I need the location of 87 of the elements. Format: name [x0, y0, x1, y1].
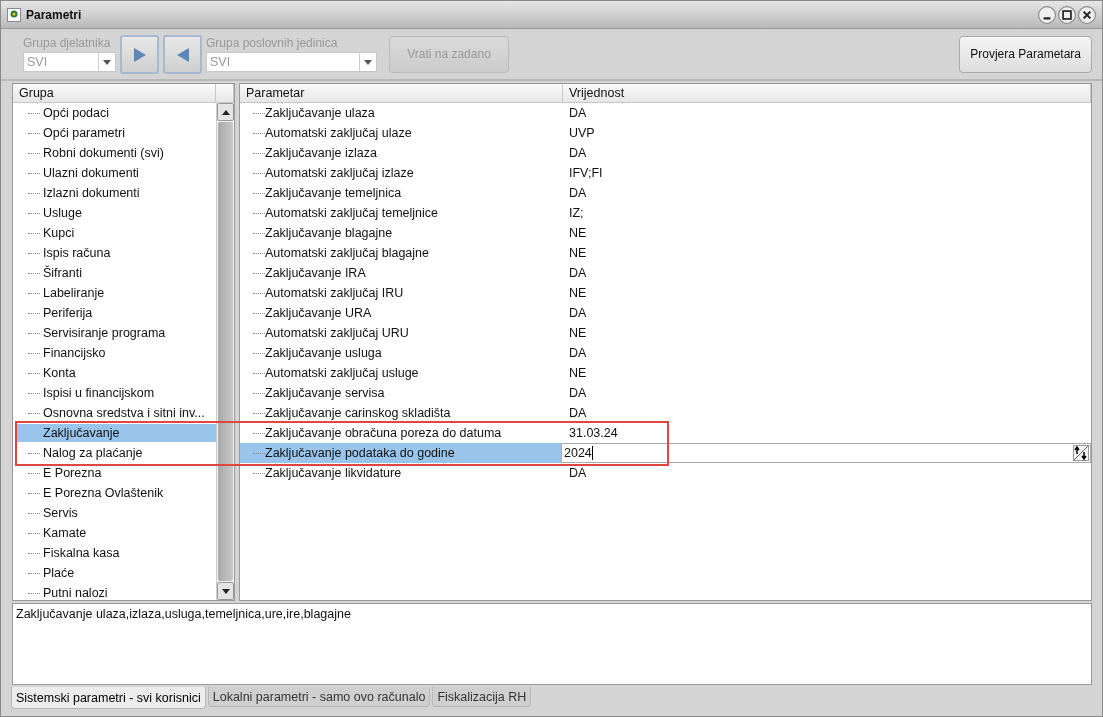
- sort-arrows-icon[interactable]: [1073, 445, 1089, 461]
- window-title: Parametri: [26, 7, 82, 22]
- tree-item[interactable]: Robni dokumenti (svi): [40, 144, 216, 162]
- tree-item[interactable]: Putni nalozi: [40, 584, 216, 600]
- parameter-value: NE: [569, 246, 587, 260]
- parameter-name: Zaključavanje likvidature: [265, 466, 402, 480]
- scroll-up-icon[interactable]: [221, 109, 230, 115]
- tab[interactable]: Fiskalizacija RH: [432, 687, 532, 707]
- column-header[interactable]: Parametar: [240, 84, 563, 102]
- parameter-value: DA: [569, 466, 587, 480]
- tree-item[interactable]: Financijsko: [40, 344, 216, 362]
- parameter-name: Zaključavanje servisa: [265, 386, 385, 400]
- parameter-name: Zaključavanje podataka do godine: [265, 446, 455, 460]
- tree-item[interactable]: Labeliranje: [40, 284, 216, 302]
- tree-item[interactable]: Opći podaci: [40, 104, 216, 122]
- app-icon: [7, 7, 21, 22]
- column-header[interactable]: Vrijednost: [563, 84, 1091, 102]
- description-text: Zaključavanje ulaza,izlaza,usluga,temeljnica,ure,ire,blagajne: [16, 607, 351, 621]
- tree-item[interactable]: Opći parametri: [40, 124, 216, 142]
- scroll-down-icon[interactable]: [221, 588, 230, 594]
- tree-item[interactable]: Nalog za plaćanje: [40, 444, 216, 462]
- parameter-name: Zaključavanje temeljnica: [265, 186, 402, 200]
- parameter-value: NE: [569, 366, 587, 380]
- tree-item[interactable]: Ispis računa: [40, 244, 216, 262]
- parameter-value: DA: [569, 146, 587, 160]
- dropdown-arrow-icon: [103, 59, 111, 65]
- parameter-value: DA: [569, 386, 587, 400]
- parameter-value: NE: [569, 326, 587, 340]
- check-parameters-button[interactable]: Provjera Parametara: [959, 35, 1092, 73]
- parameter-name: Zaključavanje IRA: [265, 266, 366, 280]
- parameter-value: DA: [569, 186, 587, 200]
- tree-item[interactable]: Konta: [40, 364, 216, 382]
- parameter-value: NE: [569, 286, 587, 300]
- parameter-name: Automatski zaključaj usluge: [265, 366, 419, 380]
- parameter-value: DA: [569, 106, 587, 120]
- parameter-value: NE: [569, 226, 587, 240]
- close-icon[interactable]: [1078, 5, 1096, 24]
- parameter-name: Zaključavanje usluga: [265, 346, 382, 360]
- tree-item[interactable]: Izlazni dokumenti: [40, 184, 216, 202]
- right-arrow-icon: [133, 47, 146, 62]
- tree-item[interactable]: Osnovna sredstva i sitni inv...: [40, 404, 216, 422]
- next-button[interactable]: [120, 35, 159, 74]
- field-label: Grupa poslovnih jedinica: [206, 36, 339, 50]
- tree-item[interactable]: Plaće: [40, 564, 216, 582]
- tree-item[interactable]: Kupci: [40, 224, 216, 242]
- parameter-name: Zaključavanje obračuna poreza do datuma: [265, 426, 502, 440]
- parameter-name: Zaključavanje blagajne: [265, 226, 393, 240]
- tree-item[interactable]: Usluge: [40, 204, 216, 222]
- tab[interactable]: Sistemski parametri - svi korisnici: [11, 687, 206, 709]
- tree-item[interactable]: Ulazni dokumenti: [40, 164, 216, 182]
- field-label: Grupa djelatnika: [23, 36, 112, 50]
- parameter-value: DA: [569, 406, 587, 420]
- parameter-name: Automatski zaključaj ulaze: [265, 126, 412, 140]
- tree-item[interactable]: Šifranti: [40, 264, 216, 282]
- parameter-value: 31.03.24: [569, 426, 618, 440]
- tree-item[interactable]: E Porezna Ovlaštenik: [40, 484, 216, 502]
- tree-item[interactable]: Servisiranje programa: [40, 324, 216, 342]
- parameter-value: UVP: [569, 126, 595, 140]
- parameter-name: Zaključavanje URA: [265, 306, 372, 320]
- tab[interactable]: Lokalni parametri - samo ovo računalo: [207, 687, 431, 707]
- tree-item[interactable]: E Porezna: [40, 464, 216, 482]
- tree-item[interactable]: Zaključavanje: [16, 424, 216, 442]
- parameter-value: IFV;FI: [569, 166, 603, 180]
- parameter-name: Automatski zaključaj blagajne: [265, 246, 429, 260]
- tree-item[interactable]: Fiskalna kasa: [40, 544, 216, 562]
- tree-item[interactable]: Periferija: [40, 304, 216, 322]
- tree-item[interactable]: Kamate: [40, 524, 216, 542]
- parameter-value: DA: [569, 266, 587, 280]
- dropdown-arrow-icon: [364, 59, 372, 65]
- parameter-value: IZ;: [569, 206, 584, 220]
- parameter-value: DA: [569, 346, 587, 360]
- parameter-name: Zaključavanje carinskog skladišta: [265, 406, 451, 420]
- previous-button[interactable]: [163, 35, 202, 74]
- parameter-name: Automatski zaključaj IRU: [265, 286, 404, 300]
- maximize-icon[interactable]: [1058, 5, 1076, 24]
- parameter-name: Zaključavanje izlaza: [265, 146, 377, 160]
- parameter-name: Zaključavanje ulaza: [265, 106, 375, 120]
- minimize-icon[interactable]: [1038, 5, 1056, 24]
- scrollbar[interactable]: [216, 103, 234, 600]
- parameter-name: Automatski zaključaj izlaze: [265, 166, 414, 180]
- parameter-name: Automatski zaključaj temeljnice: [265, 206, 438, 220]
- tree-item[interactable]: Ispisi u financijskom: [40, 384, 216, 402]
- tree-item[interactable]: Servis: [40, 504, 216, 522]
- parameter-value: DA: [569, 306, 587, 320]
- parameter-name: Automatski zaključaj URU: [265, 326, 409, 340]
- value-input[interactable]: 2024: [561, 443, 1091, 463]
- left-arrow-icon: [176, 47, 189, 62]
